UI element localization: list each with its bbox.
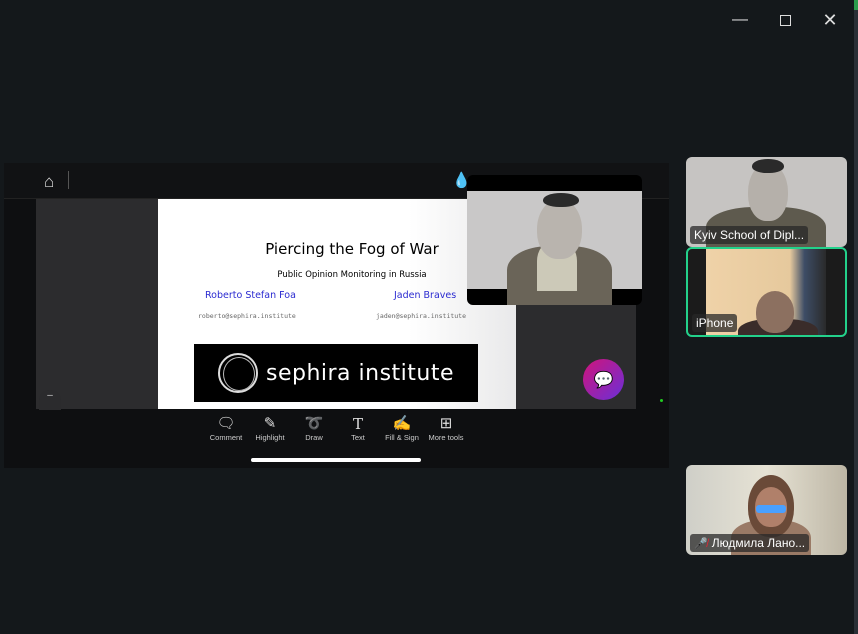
home-indicator	[251, 458, 421, 462]
comment-icon: 🗨	[216, 415, 236, 432]
tool-text[interactable]: T Text	[336, 415, 380, 442]
minimize-button[interactable]: —	[725, 8, 755, 32]
close-button[interactable]: ✕	[815, 8, 845, 32]
more-tools-icon: ⊞	[439, 415, 453, 432]
status-dot	[660, 399, 663, 402]
shared-screen: ⌂ 💧 Piercing the Fog of War Public Opini…	[4, 163, 669, 468]
author-1: Roberto Stefan Foa	[205, 290, 296, 301]
tool-label: Text	[351, 433, 365, 442]
fill-sign-icon: ✍	[392, 415, 412, 432]
maximize-icon	[779, 14, 791, 26]
author-1-email: roberto@sephira.institute	[198, 312, 296, 320]
minimize-icon: —	[732, 11, 748, 28]
slide-title: Piercing the Fog of War	[265, 240, 439, 258]
author-2: Jaden Braves	[394, 290, 457, 301]
sephira-logo: sephira institute	[194, 344, 478, 402]
highlight-icon: ✎	[263, 415, 277, 432]
tool-more-tools[interactable]: ⊞ More tools	[424, 415, 468, 442]
tool-draw[interactable]: ➰ Draw	[292, 415, 336, 442]
participant-name: 🎤̸ Людмила Лано...	[690, 534, 810, 552]
tool-label: Fill & Sign	[385, 433, 419, 442]
close-icon: ✕	[822, 9, 838, 30]
tool-label: Comment	[209, 433, 243, 442]
slide-subtitle: Public Opinion Monitoring in Russia	[277, 270, 427, 280]
participant-tile[interactable]: 🎤̸ Людмила Лано...	[686, 465, 847, 555]
ai-assistant-button[interactable]: 💬	[583, 359, 624, 400]
background-window-edge	[854, 0, 858, 634]
tool-label: Highlight	[255, 433, 285, 442]
home-icon[interactable]: ⌂	[44, 172, 54, 192]
tool-highlight[interactable]: ✎ Highlight	[248, 415, 292, 442]
author-2-email: jaden@sephira.institute	[376, 312, 467, 320]
speaker-video-overlay[interactable]	[467, 175, 642, 305]
divider	[68, 171, 69, 189]
participant-name: iPhone	[692, 314, 738, 332]
tool-fill-sign[interactable]: ✍ Fill & Sign	[380, 415, 424, 442]
participant-name: Kyiv School of Dipl...	[690, 226, 809, 244]
ai-chat-icon: 💬	[593, 371, 614, 389]
participant-tile[interactable]: Kyiv School of Dipl...	[686, 157, 847, 247]
logo-circle-icon	[217, 353, 258, 393]
slide: Piercing the Fog of War Public Opinion M…	[158, 199, 516, 409]
tool-label: Draw	[305, 433, 323, 442]
logo-text: sephira institute	[265, 360, 455, 386]
text-icon: T	[352, 415, 363, 433]
pdf-margin-left	[36, 199, 158, 409]
pdf-bottom-toolbar: 🗨 Comment ✎ Highlight ➰ Draw T Text ✍ Fill & …	[204, 415, 468, 442]
maximize-button[interactable]	[770, 8, 800, 32]
page-nav-button[interactable]: –	[39, 390, 61, 410]
muted-mic-icon: 🎤̸	[694, 537, 708, 550]
tool-comment[interactable]: 🗨 Comment	[204, 415, 248, 442]
speaker-video	[467, 191, 642, 305]
tool-label: More tools	[428, 433, 464, 442]
draw-icon: ➰	[304, 415, 324, 432]
participant-tile-active-speaker[interactable]: iPhone	[686, 247, 847, 337]
